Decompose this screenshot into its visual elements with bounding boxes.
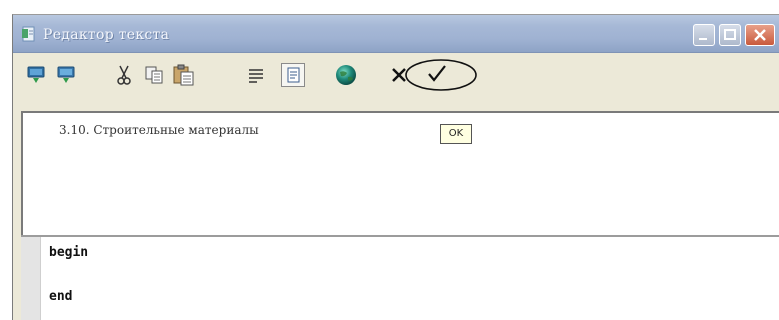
monitor-down-icon[interactable] — [55, 63, 79, 87]
app-icon — [22, 26, 35, 42]
copy-icon[interactable] — [143, 63, 167, 87]
page-toggle-button[interactable] — [281, 63, 305, 87]
save-down-icon[interactable] — [25, 63, 49, 87]
line-gutter — [21, 237, 41, 320]
maximize-button[interactable] — [719, 24, 741, 46]
window-title: Редактор текста — [43, 27, 170, 43]
code-editor-panel[interactable]: begin end — [21, 235, 779, 320]
minimize-icon — [699, 38, 707, 40]
close-icon — [754, 29, 766, 41]
globe-icon[interactable] — [333, 62, 359, 88]
scissors-icon[interactable] — [113, 63, 135, 87]
caption-editor-panel[interactable]: 3.10. Строительные материалы — [21, 111, 779, 235]
code-line-end: end — [49, 289, 73, 304]
code-line-begin: begin — [49, 245, 89, 260]
close-button[interactable] — [745, 24, 775, 46]
toolbar — [13, 53, 779, 97]
maximize-icon — [724, 29, 736, 40]
page-toggle-icon — [287, 67, 300, 83]
section-header-text: 3.10. Строительные материалы — [59, 123, 259, 137]
paste-icon[interactable] — [171, 63, 197, 87]
title-bar[interactable]: Редактор текста — [13, 15, 779, 53]
ok-tooltip: OK — [440, 124, 472, 144]
align-lines-icon[interactable] — [245, 65, 267, 85]
text-editor-window: Редактор текста OK 3.10. Строительные ма… — [12, 14, 779, 320]
checkmark-icon[interactable] — [397, 57, 477, 93]
minimize-button[interactable] — [693, 24, 715, 46]
